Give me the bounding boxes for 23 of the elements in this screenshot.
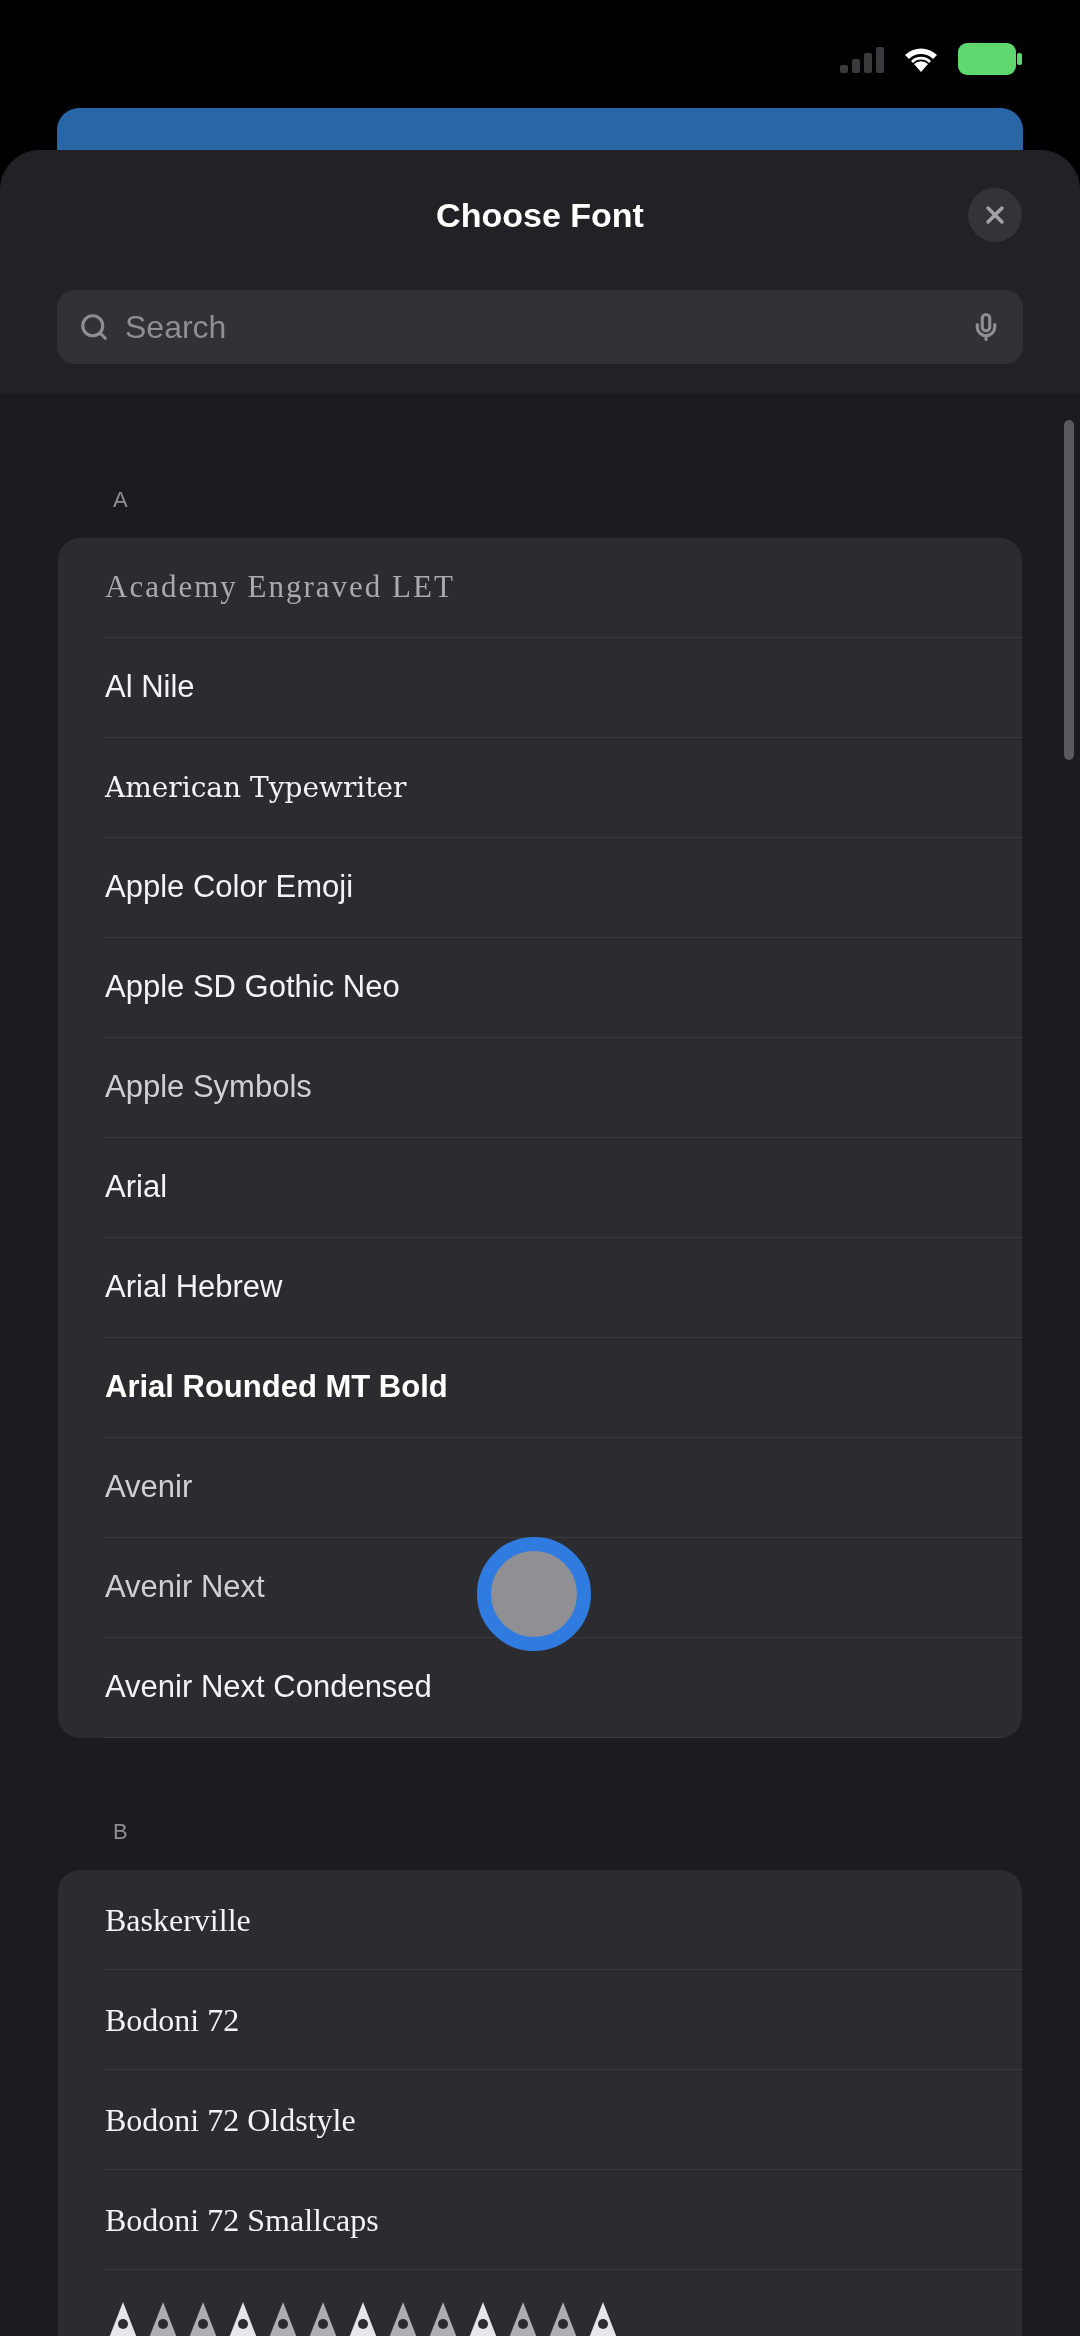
font-option[interactable]: Avenir [105,1438,1022,1538]
close-button[interactable] [968,188,1022,242]
font-option[interactable]: Arial Hebrew [105,1238,1022,1338]
font-option[interactable]: Academy Engraved LET [105,538,1022,638]
font-option[interactable]: Arial Rounded MT Bold [105,1338,1022,1438]
font-option[interactable]: Bodoni 72 [105,1970,1022,2070]
sheet-title: Choose Font [436,194,644,236]
font-option[interactable]: Bodoni 72 Smallcaps [105,2170,1022,2270]
font-option[interactable]: Bodoni 72 Oldstyle [105,2070,1022,2170]
section-header: A [113,486,128,514]
search-icon [79,312,109,342]
font-option[interactable]: Baskerville [105,1870,1022,1970]
battery-icon [958,43,1022,75]
font-option[interactable]: Apple Color Emoji [105,838,1022,938]
cellular-signal-icon [840,45,884,73]
font-option[interactable]: Al Nile [105,638,1022,738]
search-field[interactable]: Search [57,290,1023,364]
font-option[interactable]: American Typewriter [105,738,1022,838]
font-option[interactable]: Apple SD Gothic Neo [105,938,1022,1038]
font-option[interactable]: Arial [105,1138,1022,1238]
section-header: B [113,1818,128,1846]
font-option[interactable]: Apple Symbols [105,1038,1022,1138]
touch-indicator-icon [476,1536,592,1652]
